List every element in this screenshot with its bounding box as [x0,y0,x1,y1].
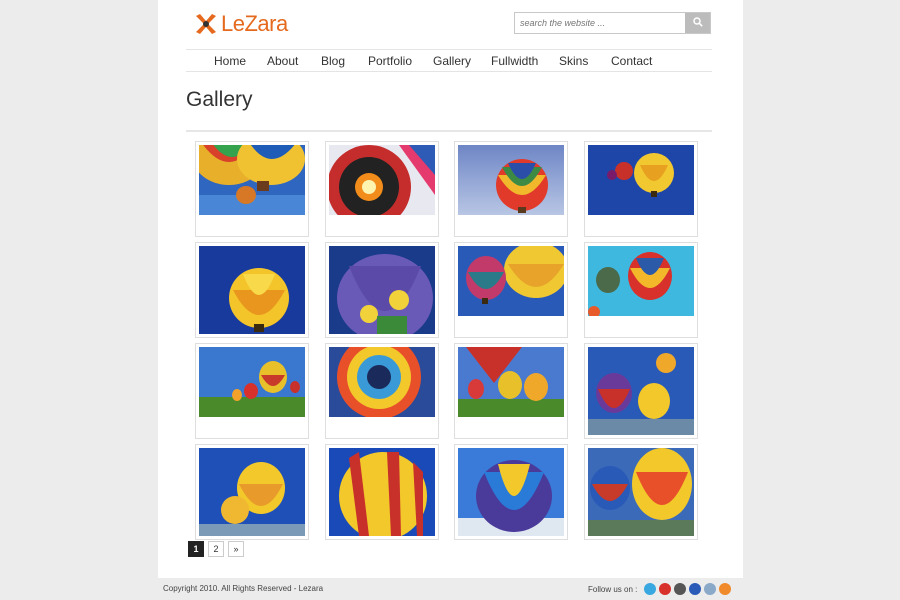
balloon-photo [329,246,435,334]
gallery-item[interactable] [195,141,309,237]
social-links [644,583,731,595]
digg-icon[interactable] [674,583,686,595]
page-1-button[interactable]: 1 [188,541,204,557]
gallery-item[interactable] [584,141,698,237]
main-nav: Home About Blog Portfolio Gallery Fullwi… [186,49,712,72]
footer: Copyright 2010. All Rights Reserved - Le… [158,578,743,600]
gallery-item[interactable] [195,242,309,338]
balloon-photo [458,246,564,316]
gallery-item[interactable] [325,242,439,338]
nav-item-fullwidth[interactable]: Fullwidth [491,54,538,68]
rss-icon[interactable] [719,583,731,595]
nav-item-portfolio[interactable]: Portfolio [368,54,412,68]
title-divider [186,130,712,132]
twitter-icon[interactable] [644,583,656,595]
gallery-item[interactable] [454,242,568,338]
gallery-item[interactable] [325,141,439,237]
gallery-item[interactable] [584,343,698,439]
balloon-photo [199,145,305,215]
gallery-item[interactable] [454,343,568,439]
nav-item-about[interactable]: About [267,54,298,68]
pagination: 1 2 » [188,541,244,557]
copyright-text: Copyright 2010. All Rights Reserved - Le… [163,584,324,593]
balloon-photo [458,347,564,417]
nav-item-gallery[interactable]: Gallery [433,54,471,68]
balloon-photo [329,145,435,215]
gallery-item[interactable] [325,444,439,540]
gallery-item[interactable] [584,242,698,338]
nav-item-home[interactable]: Home [214,54,246,68]
gallery-item[interactable] [195,444,309,540]
balloon-photo [458,448,564,536]
nav-item-skins[interactable]: Skins [559,54,588,68]
gallery-item[interactable] [584,444,698,540]
balloon-photo [588,347,694,435]
gallery-item[interactable] [325,343,439,439]
balloon-photo [588,246,694,316]
balloon-photo [588,145,694,215]
logo-text: LeZara [221,11,288,36]
logo[interactable]: LeZara [194,10,288,38]
delicious-icon[interactable] [704,583,716,595]
page-2-button[interactable]: 2 [208,541,224,557]
search-icon [692,14,703,32]
balloon-photo [199,347,305,417]
balloon-photo [199,246,305,334]
balloon-photo [329,347,435,417]
page-title: Gallery [186,88,253,111]
gallery-item[interactable] [195,343,309,439]
gallery-item[interactable] [454,444,568,540]
flickr-icon[interactable] [689,583,701,595]
balloon-photo [588,448,694,536]
balloon-photo [199,448,305,536]
next-page-button[interactable]: » [228,541,244,557]
page-container: LeZara Home About Blog Portfolio Gallery… [158,0,743,578]
follow-label: Follow us on : [588,585,638,594]
logo-mark-icon [194,12,218,36]
balloon-photo [458,145,564,215]
gallery-item[interactable] [454,141,568,237]
search-button[interactable] [685,13,710,33]
search-box [514,12,711,34]
balloon-photo [329,448,435,536]
nav-item-contact[interactable]: Contact [611,54,652,68]
nav-item-blog[interactable]: Blog [321,54,345,68]
youtube-icon[interactable] [659,583,671,595]
search-input[interactable] [515,13,685,33]
